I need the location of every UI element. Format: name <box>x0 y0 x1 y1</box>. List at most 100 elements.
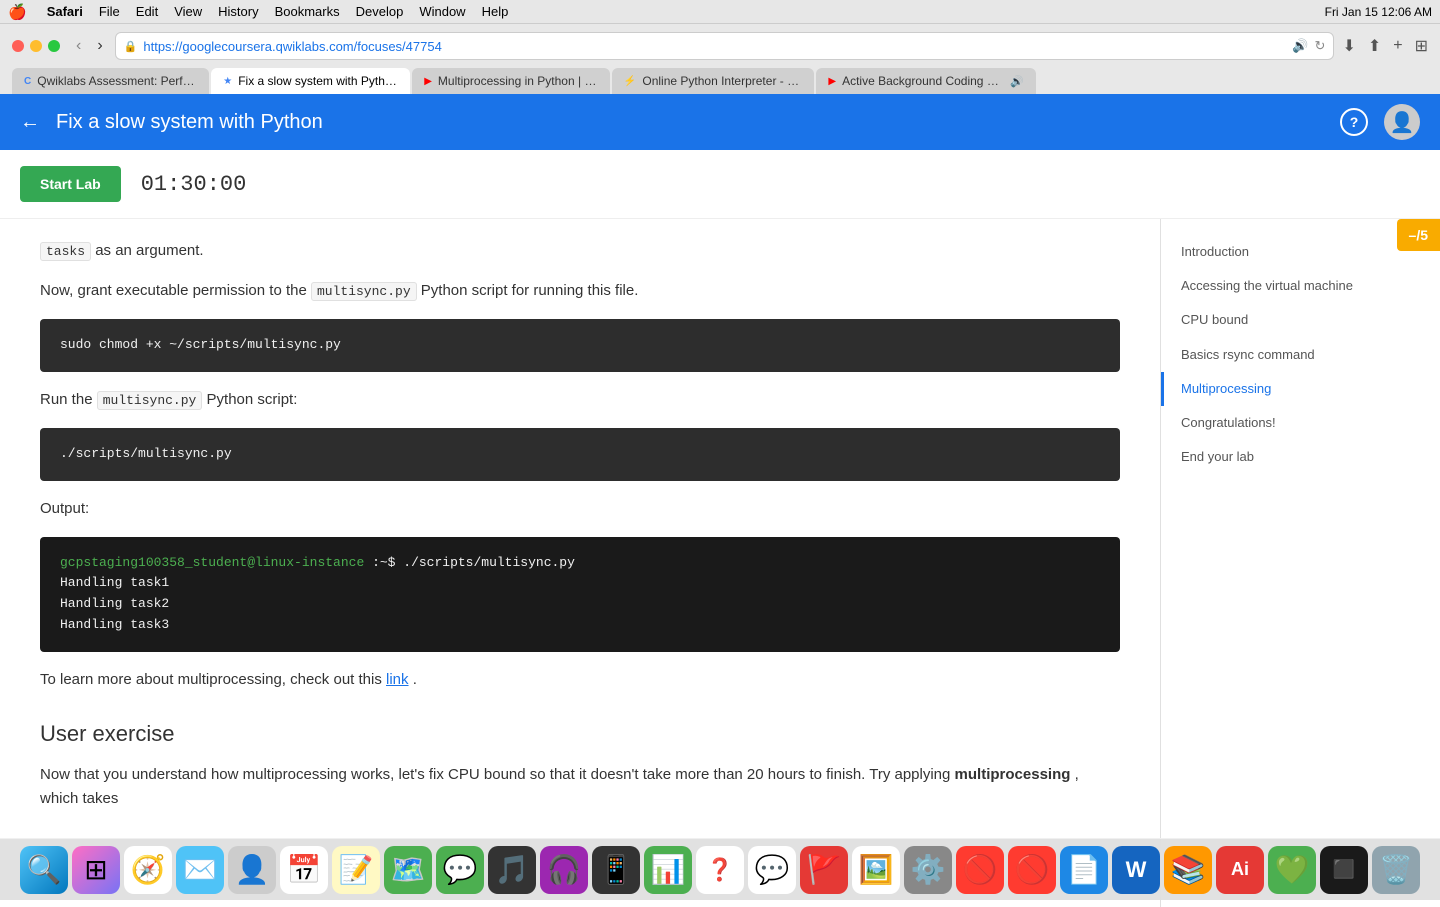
multiprocessing-bold: multiprocessing <box>955 766 1071 783</box>
dock-adobe[interactable]: Ai <box>1216 846 1264 894</box>
tab-bar: C Qwiklabs Assessment: Performance Tuni.… <box>12 68 1428 94</box>
help-button[interactable]: ? <box>1340 108 1368 136</box>
audio-tab-icon: 🔊 <box>1010 75 1024 88</box>
dock-calendar[interactable]: 📅 <box>280 846 328 894</box>
start-lab-button[interactable]: Start Lab <box>20 166 121 202</box>
exercise-text: Now that you understand how multiprocess… <box>40 763 1120 811</box>
avatar-icon: 👤 <box>1390 110 1415 135</box>
dock-numbers[interactable]: 📊 <box>644 846 692 894</box>
tab-label-4: Active Background Coding - UNIVERSE... <box>842 74 1002 88</box>
user-exercise-heading: User exercise <box>40 716 1120 751</box>
tab-favicon-4: ▶ <box>828 76 836 87</box>
dock-help[interactable]: ❓ <box>696 846 744 894</box>
intro-text: tasks as an argument. <box>40 239 1120 263</box>
url-input[interactable] <box>143 39 1286 54</box>
dock-system-settings[interactable]: ⚙️ <box>904 846 952 894</box>
tab-multiprocessing[interactable]: ▶ Multiprocessing in Python | Part 2 | p… <box>412 68 610 94</box>
dock-photos[interactable]: 🖼️ <box>852 846 900 894</box>
terminal-prompt: gcpstaging100358_student@linux-instance <box>60 555 364 570</box>
qwik-header: ← Fix a slow system with Python ? 👤 <box>0 94 1440 150</box>
dock-redflag[interactable]: 🚩 <box>800 846 848 894</box>
dock-iphone-mirror[interactable]: 📱 <box>592 846 640 894</box>
dock-word[interactable]: W <box>1112 846 1160 894</box>
terminal-command: :~$ ./scripts/multisync.py <box>372 555 575 570</box>
dock-files[interactable]: 📄 <box>1060 846 1108 894</box>
toc-item-congratulations[interactable]: Congratulations! <box>1161 406 1440 440</box>
share-icon[interactable]: ⬆ <box>1368 36 1381 56</box>
page-title: Fix a slow system with Python <box>56 111 323 134</box>
menu-help[interactable]: Help <box>482 4 509 19</box>
dock-block1[interactable]: 🚫 <box>956 846 1004 894</box>
menubar-time: Fri Jan 15 12:06 AM <box>1325 5 1432 19</box>
output-label: Output: <box>40 497 1120 521</box>
run-text: Run the multisync.py Python script: <box>40 388 1120 412</box>
dock-podcasts[interactable]: 🎧 <box>540 846 588 894</box>
menu-bookmarks[interactable]: Bookmarks <box>275 4 340 19</box>
dock: 🔍 ⊞ 🧭 ✉️ 👤 📅 📝 🗺️ 💬 🎵 🎧 📱 📊 ❓ 💬 🚩 🖼️ ⚙️ … <box>0 838 1440 900</box>
lock-icon: 🔒 <box>124 40 138 53</box>
run-code-block: ./scripts/multisync.py <box>40 428 1120 481</box>
multiprocessing-link[interactable]: link <box>386 671 409 688</box>
menu-edit[interactable]: Edit <box>136 4 158 19</box>
browser-toolbar-icons: ⬇ ⬆ + ⊞ <box>1342 36 1428 56</box>
dock-messages[interactable]: 💬 <box>436 846 484 894</box>
browser-toolbar: ‹ › 🔒 🔊 ↻ ⬇ ⬆ + ⊞ <box>12 32 1428 60</box>
sidebar-icon[interactable]: ⊞ <box>1415 36 1428 56</box>
header-right: ? 👤 <box>1340 104 1420 140</box>
dock-contacts[interactable]: 👤 <box>228 846 276 894</box>
toc-item-cpu-bound[interactable]: CPU bound <box>1161 303 1440 337</box>
main-content: tasks as an argument. Now, grant executa… <box>0 219 1440 907</box>
dock-whatsapp[interactable]: 💚 <box>1268 846 1316 894</box>
tab-favicon-0: C <box>24 76 31 87</box>
terminal-line-0: gcpstaging100358_student@linux-instance … <box>60 553 1100 574</box>
tab-label-1: Fix a slow system with Python | Qwiklabs <box>238 74 398 88</box>
dock-notes[interactable]: 📝 <box>332 846 380 894</box>
reload-icon[interactable]: ↻ <box>1315 38 1326 54</box>
lab-controls: Start Lab 01:30:00 <box>0 150 1440 219</box>
download-icon[interactable]: ⬇ <box>1342 36 1355 56</box>
menu-history[interactable]: History <box>218 4 258 19</box>
back-button[interactable]: ‹ <box>72 35 85 57</box>
dock-mail[interactable]: ✉️ <box>176 846 224 894</box>
toc-item-multiprocessing[interactable]: Multiprocessing <box>1161 372 1440 406</box>
tab-qwiklabs-assessment[interactable]: C Qwiklabs Assessment: Performance Tuni.… <box>12 68 209 94</box>
dock-books[interactable]: 📚 <box>1164 846 1212 894</box>
new-tab-icon[interactable]: + <box>1393 37 1402 55</box>
tab-active-background[interactable]: ▶ Active Background Coding - UNIVERSE...… <box>816 68 1035 94</box>
dock-trash[interactable]: 🗑️ <box>1372 846 1420 894</box>
dock-launchpad[interactable]: ⊞ <box>72 846 120 894</box>
toc-item-end-lab[interactable]: End your lab <box>1161 440 1440 474</box>
toc-item-basics-rsync[interactable]: Basics rsync command <box>1161 338 1440 372</box>
forward-button[interactable]: › <box>93 35 106 57</box>
apple-logo-icon: 🍎 <box>8 3 27 21</box>
tab-fix-slow-system[interactable]: ★ Fix a slow system with Python | Qwikla… <box>211 68 410 94</box>
lab-timer: 01:30:00 <box>141 172 247 197</box>
dock-finder[interactable]: 🔍 <box>20 846 68 894</box>
toc-item-accessing-vm[interactable]: Accessing the virtual machine <box>1161 269 1440 303</box>
maximize-window-button[interactable] <box>48 40 60 52</box>
tasks-code: tasks <box>40 242 91 261</box>
menu-develop[interactable]: Develop <box>356 4 404 19</box>
tab-online-python[interactable]: ⚡ Online Python Interpreter - online edi… <box>612 68 814 94</box>
toc-item-introduction[interactable]: Introduction <box>1161 235 1440 269</box>
menu-window[interactable]: Window <box>419 4 465 19</box>
terminal-line-3: Handling task3 <box>60 615 1100 636</box>
menu-file[interactable]: File <box>99 4 120 19</box>
dock-block2[interactable]: 🚫 <box>1008 846 1056 894</box>
dock-maps[interactable]: 🗺️ <box>384 846 432 894</box>
menu-view[interactable]: View <box>174 4 202 19</box>
minimize-window-button[interactable] <box>30 40 42 52</box>
tab-favicon-1: ★ <box>223 76 232 87</box>
page-back-button[interactable]: ← <box>20 111 40 134</box>
chmod-code-block: sudo chmod +x ~/scripts/multisync.py <box>40 319 1120 372</box>
dock-terminal[interactable]: ⬛ <box>1320 846 1368 894</box>
dock-music[interactable]: 🎵 <box>488 846 536 894</box>
menu-safari[interactable]: Safari <box>47 4 83 19</box>
tab-label-0: Qwiklabs Assessment: Performance Tuni... <box>37 74 197 88</box>
dock-safari[interactable]: 🧭 <box>124 846 172 894</box>
close-window-button[interactable] <box>12 40 24 52</box>
address-bar[interactable]: 🔒 🔊 ↻ <box>115 32 1335 60</box>
avatar[interactable]: 👤 <box>1384 104 1420 140</box>
dock-slack[interactable]: 💬 <box>748 846 796 894</box>
tab-label-2: Multiprocessing in Python | Part 2 | pyt… <box>438 74 598 88</box>
